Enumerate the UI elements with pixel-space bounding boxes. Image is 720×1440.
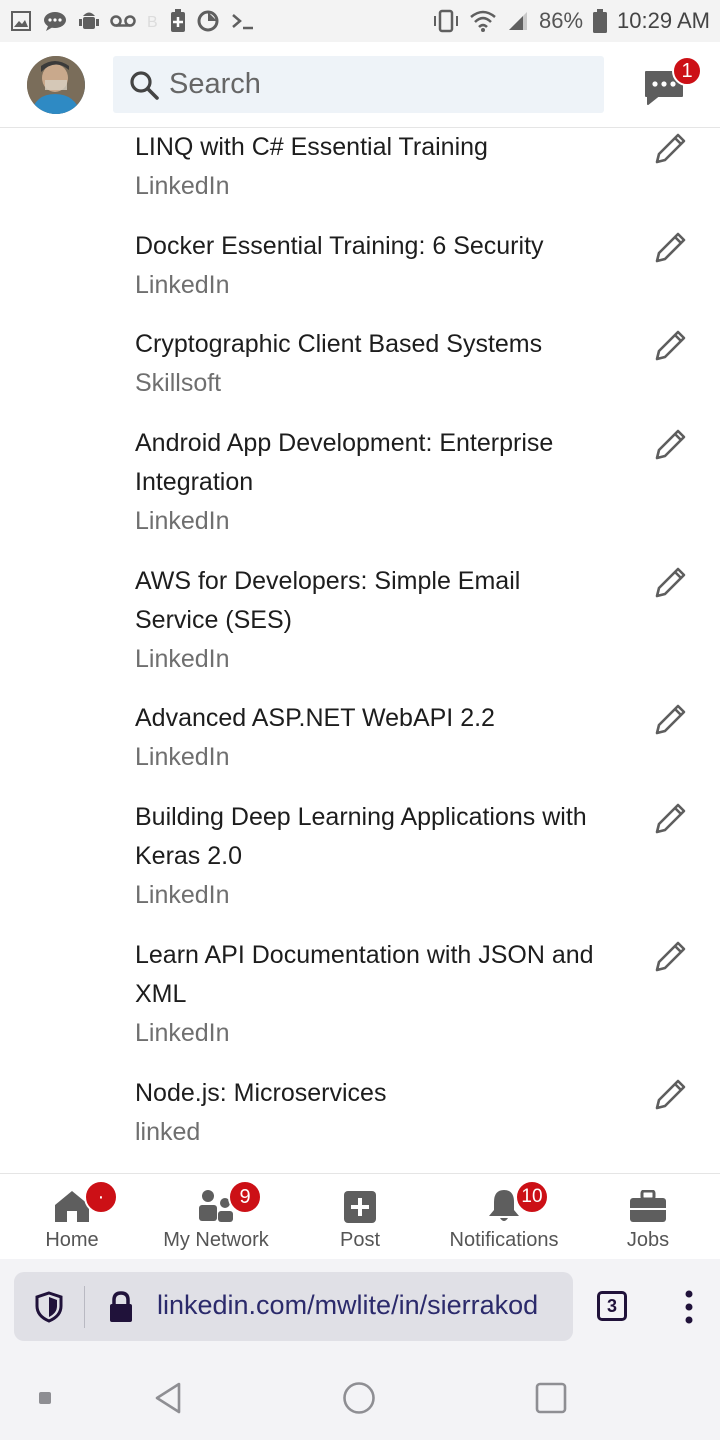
faint-b-icon: B	[147, 14, 158, 31]
shield-icon[interactable]	[34, 1291, 64, 1323]
android-debug-icon	[79, 12, 99, 29]
course-title: Advanced ASP.NET WebAPI 2.2	[135, 704, 495, 732]
gallery-icon	[11, 11, 31, 31]
course-title: Cryptographic Client Based Systems	[135, 330, 543, 358]
list-item: Building Deep Learning Applications with…	[0, 798, 720, 935]
course-title: Docker Essential Training: 6 Security	[135, 232, 544, 260]
small-square-icon	[39, 1392, 51, 1404]
more-options-icon[interactable]	[684, 1290, 694, 1324]
clock: 10:29 AM	[617, 8, 710, 33]
avatar[interactable]	[27, 56, 85, 114]
briefcase-icon	[630, 1190, 666, 1222]
address-divider	[84, 1286, 85, 1328]
battery-icon	[593, 9, 608, 33]
list-item: LINQ with C# Essential Training LinkedIn	[0, 128, 720, 226]
url-text[interactable]: linkedin.com/mwlite/in/sierrakod	[157, 1290, 538, 1321]
wifi-icon	[470, 10, 496, 32]
edit-pencil-icon[interactable]	[651, 327, 689, 365]
address-bar[interactable]: linkedin.com/mwlite/in/sierrakod	[14, 1272, 573, 1341]
list-item: Learn API Documentation with JSON and XM…	[0, 936, 720, 1073]
course-organization: LinkedIn	[135, 1019, 230, 1047]
chat-icon	[44, 12, 66, 31]
nav-notifications[interactable]: 10 Notifications	[437, 1174, 571, 1260]
edit-pencil-icon[interactable]	[651, 800, 689, 838]
battery-plus-icon	[171, 9, 185, 32]
nav-jobs-label: Jobs	[626, 1229, 670, 1251]
recents-square-icon[interactable]	[535, 1382, 567, 1414]
messages-badge: 1	[672, 56, 702, 86]
course-organization: LinkedIn	[135, 172, 230, 200]
course-title: Android App Development: Enterprise Inte…	[135, 429, 554, 496]
status-notification-icons: B	[10, 9, 256, 33]
edit-pencil-icon[interactable]	[651, 1076, 689, 1114]
home-badge: ·	[84, 1180, 118, 1214]
browser-toolbar: linkedin.com/mwlite/in/sierrakod 3	[0, 1259, 720, 1355]
list-item: Node.js: Microservices linked	[0, 1074, 720, 1172]
course-title: Building Deep Learning Applications with…	[135, 803, 587, 870]
nav-my-network-label: My Network	[163, 1229, 269, 1251]
svg-text:B: B	[147, 14, 158, 31]
course-title: Node.js: Microservices	[135, 1079, 387, 1107]
signal-icon	[509, 12, 527, 30]
edit-pencil-icon[interactable]	[651, 564, 689, 602]
post-plus-icon	[344, 1191, 376, 1223]
avatar-photo-icon	[27, 56, 85, 114]
course-title: AWS for Developers: Simple Email Service…	[135, 567, 521, 634]
edit-pencil-icon[interactable]	[651, 130, 689, 168]
nav-home[interactable]: · Home	[22, 1174, 122, 1260]
course-title: LINQ with C# Essential Training	[135, 133, 488, 161]
sync-icon	[197, 10, 219, 32]
list-item: Advanced ASP.NET WebAPI 2.2 LinkedIn	[0, 699, 720, 797]
nav-jobs[interactable]: Jobs	[598, 1174, 698, 1260]
course-organization: LinkedIn	[135, 881, 230, 909]
edit-pencil-icon[interactable]	[651, 229, 689, 267]
search-input[interactable]	[169, 68, 569, 101]
system-navigation-bar	[0, 1355, 720, 1440]
lock-icon[interactable]	[108, 1291, 134, 1323]
edit-pencil-icon[interactable]	[651, 701, 689, 739]
nav-home-label: Home	[45, 1229, 99, 1251]
bottom-navigation: · Home 9 My Network Post 10 Notification…	[0, 1173, 720, 1259]
search-bar[interactable]	[113, 56, 604, 113]
course-organization: LinkedIn	[135, 743, 230, 771]
home-circle-icon[interactable]	[342, 1381, 376, 1415]
vibrate-icon	[434, 9, 458, 33]
list-item: AWS for Developers: Simple Email Service…	[0, 562, 720, 699]
messaging-button[interactable]: 1	[640, 56, 702, 114]
course-organization: LinkedIn	[135, 507, 230, 535]
battery-percentage: 86%	[539, 8, 584, 33]
status-system-icons: 86% 10:29 AM	[433, 8, 710, 34]
course-organization: Skillsoft	[135, 369, 222, 397]
edit-pencil-icon[interactable]	[651, 426, 689, 464]
nav-notifications-label: Notifications	[449, 1229, 559, 1251]
status-bar: B 86% 10:29 AM	[0, 0, 720, 42]
list-item: Docker Essential Training: 6 Security Li…	[0, 227, 720, 325]
search-icon	[130, 70, 159, 100]
voicemail-icon	[110, 15, 136, 27]
nav-my-network[interactable]: 9 My Network	[152, 1174, 280, 1260]
list-item: Android App Development: Enterprise Inte…	[0, 424, 720, 561]
tab-counter[interactable]: 3	[597, 1291, 627, 1321]
edit-pencil-icon[interactable]	[651, 938, 689, 976]
back-icon[interactable]	[153, 1381, 183, 1415]
top-app-bar: 1	[0, 42, 720, 128]
terminal-icon	[232, 14, 253, 30]
course-organization: LinkedIn	[135, 271, 230, 299]
nav-post-label: Post	[339, 1229, 381, 1251]
notifications-badge: 10	[515, 1180, 549, 1214]
course-title: Learn API Documentation with JSON and XM…	[135, 941, 594, 1008]
list-item: Cryptographic Client Based Systems Skill…	[0, 325, 720, 423]
nav-post[interactable]: Post	[310, 1174, 410, 1260]
course-organization: LinkedIn	[135, 645, 230, 673]
network-badge: 9	[228, 1180, 262, 1214]
course-organization: linked	[135, 1118, 201, 1146]
